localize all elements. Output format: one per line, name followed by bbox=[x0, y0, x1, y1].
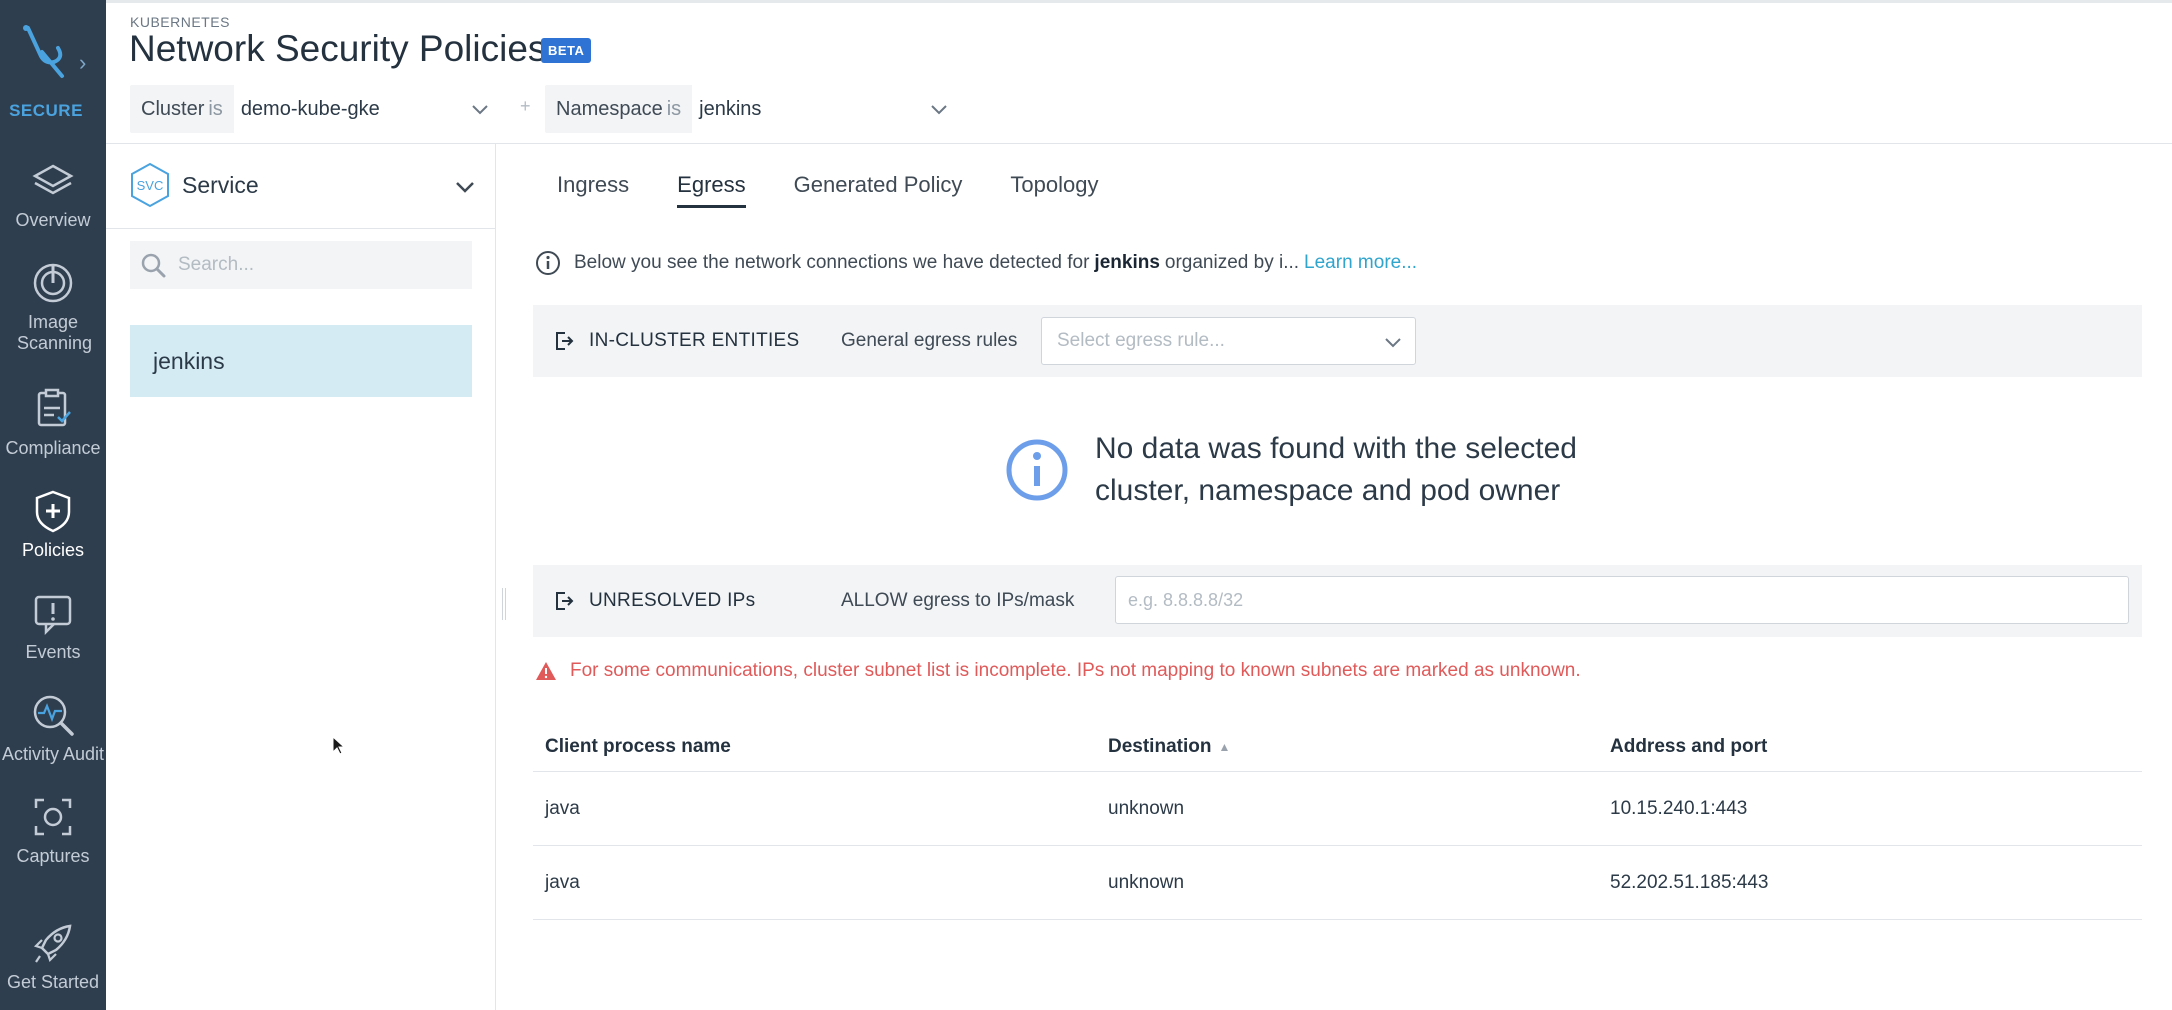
search-input[interactable] bbox=[178, 254, 458, 276]
info-circle-icon bbox=[1006, 439, 1068, 501]
beta-badge: BETA bbox=[541, 38, 592, 63]
image-scanning-icon bbox=[33, 263, 73, 303]
tab-topology[interactable]: Topology bbox=[1010, 172, 1098, 208]
events-icon bbox=[34, 595, 72, 636]
cluster-filter[interactable]: Cluster is demo-kube-gke bbox=[130, 85, 502, 133]
sort-ascending-icon: ▲ bbox=[1218, 739, 1231, 754]
header-top-border bbox=[106, 0, 2172, 3]
sidebar-item-label: Overview bbox=[15, 210, 91, 230]
filter-separator: + bbox=[520, 96, 531, 116]
captures-icon bbox=[34, 798, 72, 836]
sidebar-item-get-started[interactable]: Get Started bbox=[0, 920, 106, 993]
compliance-icon bbox=[37, 388, 71, 427]
sidebar-item-label: Activity Audit bbox=[1, 744, 105, 764]
service-type-selector[interactable]: Service bbox=[182, 172, 259, 199]
cell-address: 10.15.240.1:443 bbox=[1610, 797, 1748, 819]
overview-icon bbox=[32, 164, 74, 195]
chevron-down-icon bbox=[931, 105, 947, 115]
section-rule-label: ALLOW egress to IPs/mask bbox=[841, 590, 1075, 611]
search-box[interactable] bbox=[130, 241, 472, 289]
section-title: IN-CLUSTER ENTITIES bbox=[589, 330, 800, 351]
brand-logo-icon bbox=[23, 25, 64, 78]
left-panel-divider bbox=[106, 228, 496, 229]
cluster-select[interactable]: demo-kube-gke bbox=[233, 85, 502, 133]
svg-text:SVC: SVC bbox=[137, 178, 164, 193]
table-row[interactable]: java unknown 52.202.51.185:443 bbox=[533, 846, 2142, 920]
column-header-address[interactable]: Address and port bbox=[1610, 722, 1767, 771]
brand-text: SECURE bbox=[9, 101, 83, 120]
section-rule-label: General egress rules bbox=[841, 330, 1018, 351]
sidebar-item-compliance[interactable]: Compliance bbox=[0, 386, 106, 459]
sidebar-item-overview[interactable]: Overview bbox=[0, 158, 106, 231]
expand-chevron-icon[interactable]: › bbox=[79, 50, 86, 76]
namespace-select-value: jenkins bbox=[699, 97, 762, 120]
chevron-down-icon bbox=[1385, 338, 1401, 348]
table-row[interactable]: java unknown 10.15.240.1:443 bbox=[533, 772, 2142, 846]
policies-icon bbox=[35, 490, 71, 533]
info-namespace: jenkins bbox=[1094, 252, 1160, 273]
chevron-down-icon[interactable] bbox=[454, 176, 476, 198]
sidebar-item-label: Policies bbox=[21, 540, 85, 560]
unresolved-ips-section: UNRESOLVED IPs ALLOW egress to IPs/mask bbox=[533, 565, 2142, 637]
warning-triangle-icon bbox=[536, 662, 556, 680]
sidebar: › SECURE Overview Image Scanning Complia… bbox=[0, 0, 106, 1010]
column-header-destination[interactable]: Destination ▲ bbox=[1108, 722, 1230, 771]
search-icon bbox=[141, 253, 166, 278]
cell-destination: unknown bbox=[1108, 797, 1185, 819]
sidebar-item-image-scanning[interactable]: Image Scanning bbox=[0, 260, 106, 354]
in-cluster-entities-section: IN-CLUSTER ENTITIES General egress rules… bbox=[533, 305, 2142, 377]
header-divider bbox=[106, 143, 2172, 144]
cluster-select-value: demo-kube-gke bbox=[240, 97, 380, 120]
sidebar-item-activity-audit[interactable]: Activity Audit bbox=[0, 692, 106, 765]
empty-state-message: No data was found with the selected clus… bbox=[1095, 432, 1577, 507]
info-text-tail: organized by i... bbox=[1164, 252, 1300, 273]
left-panel-border bbox=[495, 144, 496, 1010]
tab-egress[interactable]: Egress bbox=[677, 172, 747, 208]
warning-text: For some communications, cluster subnet … bbox=[570, 660, 1581, 681]
sidebar-item-captures[interactable]: Captures bbox=[0, 794, 106, 867]
ip-mask-input[interactable] bbox=[1115, 576, 2129, 624]
sidebar-item-label: Events bbox=[25, 642, 81, 662]
cell-process: java bbox=[545, 871, 580, 893]
sidebar-item-policies[interactable]: Policies bbox=[0, 488, 106, 561]
rocket-icon bbox=[33, 924, 72, 963]
egress-exit-icon bbox=[556, 332, 574, 350]
tab-bar: Ingress Egress Generated Policy Topology bbox=[557, 172, 1146, 208]
sidebar-item-label: Compliance bbox=[5, 438, 101, 458]
chevron-down-icon bbox=[472, 105, 488, 115]
empty-state: No data was found with the selected clus… bbox=[1005, 428, 1577, 512]
table-header: Client process name Destination ▲ Address… bbox=[533, 722, 2142, 772]
sidebar-item-label: Get Started bbox=[6, 972, 100, 992]
list-item[interactable]: jenkins bbox=[130, 325, 472, 397]
activity-audit-icon bbox=[33, 695, 74, 736]
info-text: Below you see the network connections we… bbox=[574, 252, 1090, 273]
sidebar-item-label: Captures bbox=[16, 846, 90, 866]
panel-resize-handle[interactable] bbox=[502, 588, 506, 620]
tab-generated-policy[interactable]: Generated Policy bbox=[794, 172, 963, 208]
egress-exit-icon bbox=[556, 592, 574, 610]
mouse-cursor-icon bbox=[332, 736, 346, 755]
cluster-filter-label: Cluster is bbox=[141, 97, 223, 120]
select-placeholder: Select egress rule... bbox=[1057, 330, 1225, 351]
namespace-filter-label: Namespace is bbox=[556, 97, 682, 120]
namespace-filter[interactable]: Namespace is jenkins bbox=[545, 85, 962, 133]
brand[interactable]: › SECURE bbox=[0, 0, 106, 140]
cell-process: java bbox=[545, 797, 580, 819]
section-title: UNRESOLVED IPs bbox=[589, 590, 756, 611]
warning-message: For some communications, cluster subnet … bbox=[535, 660, 1581, 682]
sidebar-item-events[interactable]: Events bbox=[0, 590, 106, 663]
tab-ingress[interactable]: Ingress bbox=[557, 172, 629, 208]
connections-table: Client process name Destination ▲ Address… bbox=[533, 722, 2142, 920]
service-hex-icon: SVC bbox=[131, 162, 169, 208]
column-header-process[interactable]: Client process name bbox=[545, 722, 731, 771]
cell-destination: unknown bbox=[1108, 871, 1185, 893]
namespace-select[interactable]: jenkins bbox=[692, 85, 962, 133]
sidebar-item-label: Image Scanning bbox=[17, 312, 93, 353]
cell-address: 52.202.51.185:443 bbox=[1610, 871, 1769, 893]
info-icon bbox=[536, 251, 560, 275]
page-title: Network Security Policies bbox=[129, 28, 547, 69]
learn-more-link[interactable]: Learn more... bbox=[1304, 252, 1417, 274]
egress-rule-select[interactable]: Select egress rule... bbox=[1041, 317, 1416, 365]
info-message: Below you see the network connections we… bbox=[535, 250, 1417, 276]
